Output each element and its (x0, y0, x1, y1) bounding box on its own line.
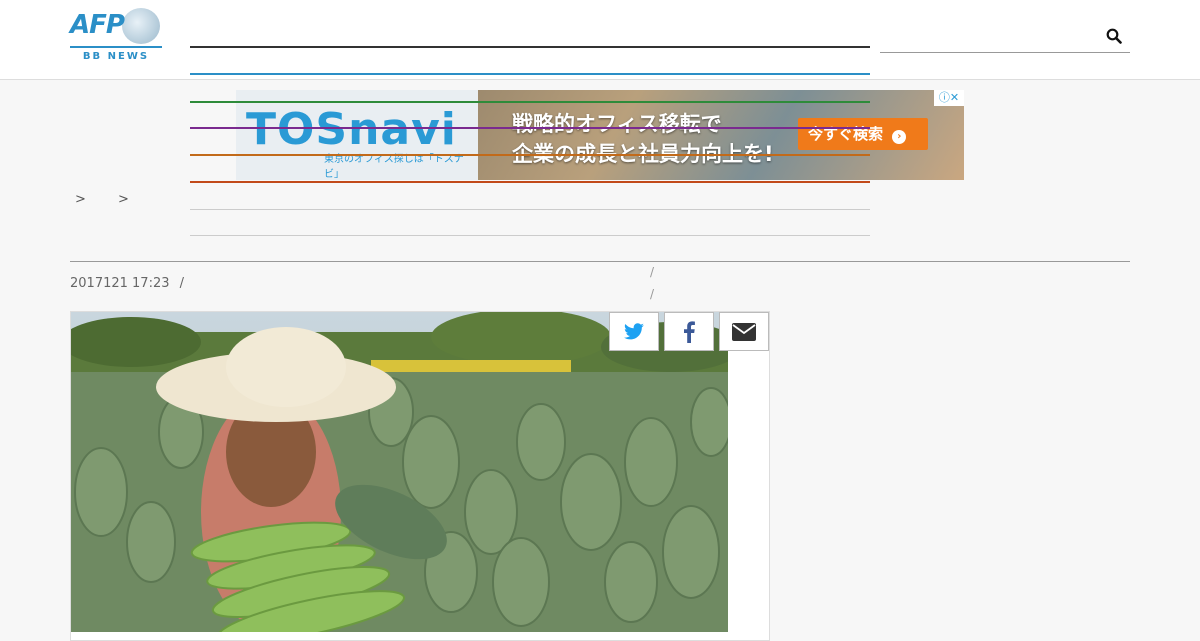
chevron-right-icon: › (892, 130, 907, 144)
breadcrumb: > > (75, 192, 157, 207)
meta-separator: / (650, 265, 655, 279)
ad-brand-logo: TOSnavi (246, 104, 457, 155)
article-photo[interactable] (71, 312, 728, 632)
breadcrumb-separator: > (75, 192, 86, 207)
advertisement-banner[interactable]: TOSnavi 東京のオフィス探しは「トスナビ」 戦略的オフィス移転で 企業の成… (236, 90, 964, 180)
logo-subtitle: BB NEWS (82, 51, 150, 62)
site-header: AFP BB NEWS (0, 0, 1200, 80)
ad-search-button[interactable]: 今すぐ検索 › (798, 118, 928, 150)
meta-separator: / (650, 287, 655, 301)
facebook-icon (684, 320, 695, 343)
ad-brand-panel: TOSnavi 東京のオフィス探しは「トスナビ」 (236, 90, 478, 180)
afp-bb-news-logo[interactable]: AFP BB NEWS (70, 8, 162, 64)
nav-menu-line[interactable] (190, 154, 870, 156)
breadcrumb-separator: > (118, 192, 129, 207)
article-meta: 2017121 17:23 / (70, 276, 184, 291)
ad-copy-line2: 企業の成長と社員力向上を! (512, 142, 774, 166)
ad-close-button[interactable]: ⓘ✕ (934, 90, 964, 106)
meta-separator: / (179, 276, 185, 291)
nav-menu-line[interactable] (190, 127, 870, 129)
share-mail-button[interactable] (719, 312, 769, 351)
mail-icon (732, 322, 756, 341)
ad-copy-line1: 戦略的オフィス移転で (512, 112, 722, 136)
share-twitter-button[interactable] (609, 312, 659, 351)
search-input[interactable] (880, 22, 1130, 53)
twitter-icon (624, 322, 644, 339)
nav-menu-line[interactable] (190, 46, 870, 48)
share-facebook-button[interactable] (664, 312, 714, 351)
search-icon[interactable] (1106, 28, 1122, 44)
logo-divider (70, 46, 162, 48)
ad-photo-panel: 戦略的オフィス移転で 企業の成長と社員力向上を! 今すぐ検索 › (478, 90, 964, 180)
article-date: 2017121 17:23 (70, 276, 170, 291)
title-divider (70, 261, 1130, 262)
globe-icon (122, 8, 160, 44)
nav-menu-line[interactable] (190, 181, 870, 183)
nav-menu-line[interactable] (190, 101, 870, 103)
logo-wordmark: AFP (70, 10, 125, 40)
menu-divider (190, 235, 870, 236)
menu-divider (190, 209, 870, 210)
nav-menu-line[interactable] (190, 73, 870, 75)
